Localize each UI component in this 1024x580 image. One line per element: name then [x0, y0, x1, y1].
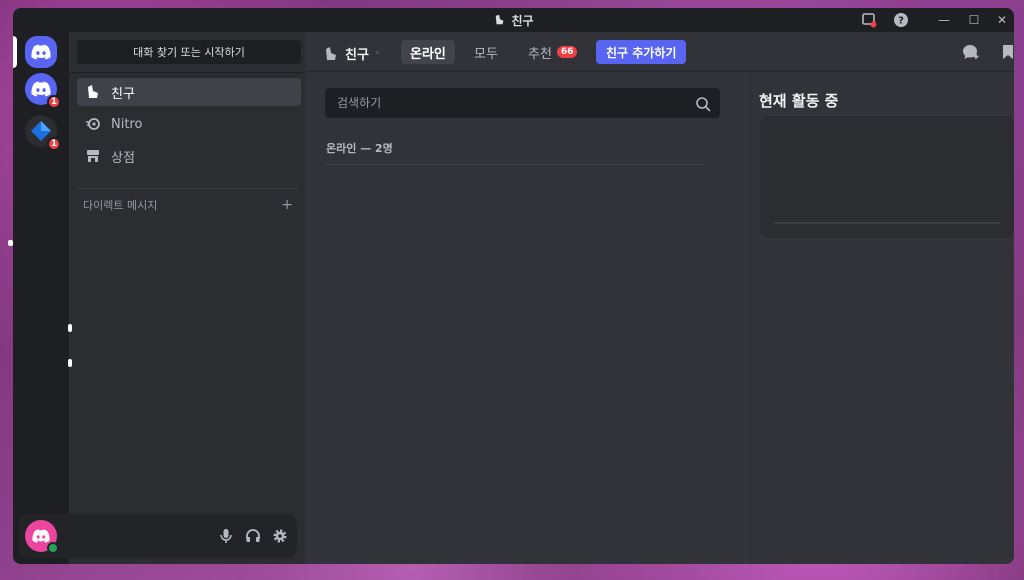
- help-icon[interactable]: ?: [890, 10, 912, 30]
- close-button[interactable]: ✕: [991, 10, 1013, 30]
- create-dm-button[interactable]: +: [281, 197, 293, 213]
- sidebar-item-label: Nitro: [111, 116, 143, 132]
- discord-logo-icon: [31, 44, 51, 60]
- desktop-dot: [68, 359, 72, 367]
- nitro-icon: [85, 116, 101, 132]
- title-bar: 친구 ? — ☐ ✕: [13, 8, 1014, 32]
- headphones-icon[interactable]: [242, 525, 264, 547]
- search-icon: [696, 97, 711, 112]
- find-conversation-button[interactable]: 대화 찾기 또는 시작하기: [77, 40, 301, 64]
- minimize-button[interactable]: —: [933, 10, 955, 30]
- direct-messages-header: 다이렉트 메시지 +: [83, 197, 293, 213]
- desktop-dot: [68, 324, 72, 332]
- discord-logo-icon: [31, 81, 51, 97]
- new-group-dm-icon[interactable]: [960, 42, 982, 62]
- card-divider: [774, 222, 1000, 224]
- tab-label: 온라인: [410, 46, 446, 62]
- user-panel: [19, 514, 297, 558]
- server-rail: 1 1: [13, 32, 69, 564]
- search-input[interactable]: [325, 88, 720, 118]
- home-button[interactable]: [25, 36, 57, 68]
- sidebar-item-nitro[interactable]: Nitro: [77, 110, 301, 138]
- tab-suggestions[interactable]: 추천 66: [519, 40, 586, 64]
- inbox-icon[interactable]: [858, 10, 880, 30]
- selected-pill: [13, 36, 17, 68]
- desktop-dot: [8, 240, 13, 246]
- server-badge: 1: [47, 137, 61, 151]
- app-window: 친구 ? — ☐ ✕ 1 1 대화 찾기 또는 시작하기 친구 Nitro 상점…: [13, 8, 1014, 564]
- friends-header: 친구 온라인 모두 추천 66 친구 추가하기: [305, 32, 1014, 72]
- discord-logo-icon: [32, 529, 50, 543]
- active-now-column: 현재 활동 중: [745, 72, 1014, 564]
- avatar[interactable]: [25, 520, 59, 554]
- online-status-icon: [47, 542, 59, 554]
- page-title-text: 친구: [345, 48, 369, 63]
- suggestion-count-badge: 66: [556, 46, 578, 58]
- tab-online[interactable]: 온라인: [401, 40, 455, 64]
- sidebar-item-shop[interactable]: 상점: [77, 142, 301, 170]
- friends-main: 친구 온라인 모두 추천 66 친구 추가하기 온라인 —: [305, 32, 1014, 564]
- dm-sidebar: 대화 찾기 또는 시작하기 친구 Nitro 상점 다이렉트 메시지 +: [69, 32, 305, 564]
- maximize-button[interactable]: ☐: [963, 10, 985, 30]
- add-friend-button[interactable]: 친구 추가하기: [596, 40, 687, 64]
- direct-messages-label: 다이렉트 메시지: [83, 199, 158, 212]
- online-count-label: 온라인 — 2명: [326, 142, 393, 155]
- sidebar-divider: [69, 72, 305, 73]
- sidebar-item-friends[interactable]: 친구: [77, 78, 301, 106]
- window-title-text: 친구: [511, 14, 534, 28]
- bookmark-icon[interactable]: [997, 42, 1014, 62]
- tab-label: 추천: [528, 46, 552, 62]
- tab-all[interactable]: 모두: [465, 40, 507, 64]
- friends-icon: [85, 84, 101, 100]
- svg-text:?: ?: [898, 16, 904, 27]
- header-divider-dot: [376, 51, 379, 54]
- friends-list-column: 온라인 — 2명: [305, 72, 745, 564]
- friends-icon: [326, 46, 336, 60]
- tab-label: 모두: [474, 46, 498, 62]
- list-divider: [325, 164, 705, 165]
- server-icon-2[interactable]: 1: [25, 73, 61, 109]
- server-icon-3[interactable]: 1: [25, 115, 61, 151]
- sidebar-item-label: 상점: [111, 150, 135, 166]
- server-badge: 1: [47, 95, 61, 109]
- active-now-card: [759, 115, 1014, 239]
- microphone-icon[interactable]: [215, 525, 237, 547]
- friends-icon: [496, 14, 504, 25]
- sidebar-separator: [77, 188, 297, 189]
- active-now-title: 현재 활동 중: [759, 92, 839, 110]
- page-title: 친구: [323, 44, 369, 63]
- gear-icon[interactable]: [269, 525, 291, 547]
- sidebar-item-label: 친구: [111, 86, 135, 102]
- shop-icon: [85, 148, 101, 164]
